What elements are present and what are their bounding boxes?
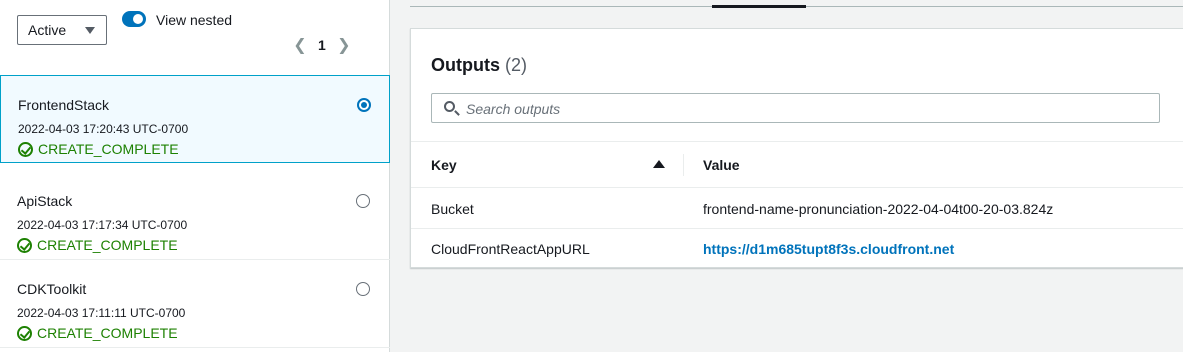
view-nested-label: View nested [156,12,233,28]
stack-item-cdktoolkit[interactable]: CDKToolkit 2022-04-03 17:11:11 UTC-0700 … [0,260,390,348]
caret-down-icon [85,27,95,34]
view-nested-toggle[interactable] [122,11,146,27]
output-value: frontend-name-pronunciation-2022-04-04t0… [703,201,1054,217]
stack-timestamp: 2022-04-03 17:17:34 UTC-0700 [17,218,188,232]
stack-name: ApiStack [17,193,73,209]
stack-radio-button[interactable] [356,282,370,296]
check-circle-icon [17,325,32,341]
check-circle-icon [18,141,33,157]
previous-page-icon[interactable]: ❮ [290,35,310,55]
stack-status: CREATE_COMPLETE [17,237,178,253]
column-divider[interactable] [683,154,684,176]
output-key: Bucket [431,201,474,217]
stack-name: FrontendStack [18,97,110,113]
toggle-knob [133,14,143,24]
stack-timestamp: 2022-04-03 17:20:43 UTC-0700 [18,122,189,136]
outputs-count: (2) [505,55,528,75]
table-row: CloudFrontReactAppURL https://d1m685tupt… [411,229,1183,269]
outputs-title-text: Outputs [431,55,500,75]
output-key: CloudFrontReactAppURL [431,241,590,257]
table-row: Bucket frontend-name-pronunciation-2022-… [411,189,1183,229]
outputs-panel: Outputs (2) Search outputs Key Value Buc… [410,28,1183,268]
stack-name: CDKToolkit [17,281,87,297]
stack-timestamp: 2022-04-03 17:11:11 UTC-0700 [17,306,186,320]
stack-status: CREATE_COMPLETE [17,325,178,341]
column-header-key[interactable]: Key [431,157,457,173]
stack-status-text: CREATE_COMPLETE [38,141,179,157]
search-outputs-input[interactable]: Search outputs [431,93,1160,123]
stack-status-text: CREATE_COMPLETE [37,237,178,253]
status-filter-select[interactable]: Active [17,15,107,45]
stack-status-text: CREATE_COMPLETE [37,325,178,341]
pagination: ❮ 1 ❯ [290,35,354,55]
stack-radio-button[interactable] [356,194,370,208]
current-page-number[interactable]: 1 [318,37,326,53]
search-placeholder: Search outputs [466,101,561,117]
status-filter-value: Active [28,22,67,38]
next-page-icon[interactable]: ❯ [334,35,354,55]
stack-item-apistack[interactable]: ApiStack 2022-04-03 17:17:34 UTC-0700 CR… [0,172,390,260]
stack-item-frontendstack[interactable]: FrontendStack 2022-04-03 17:20:43 UTC-07… [0,75,390,163]
stack-status: CREATE_COMPLETE [18,141,179,157]
check-circle-icon [17,237,32,253]
column-header-value: Value [703,157,740,173]
stack-list-panel: Active View nested ❮ 1 ❯ FrontendStack 2… [0,0,390,352]
stack-radio-button[interactable] [357,98,371,112]
outputs-table-header: Key Value [411,141,1183,188]
search-icon [444,101,455,112]
outputs-title: Outputs (2) [431,55,527,76]
active-tab-indicator [712,5,806,8]
sort-ascending-icon[interactable] [653,160,665,168]
output-value-link[interactable]: https://d1m685tupt8f3s.cloudfront.net [703,241,954,257]
